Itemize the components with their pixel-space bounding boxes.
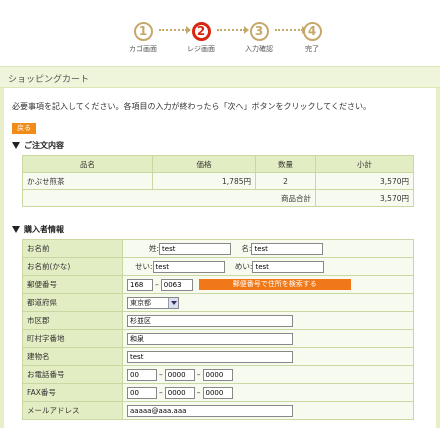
zip2-input[interactable]: 0063: [160, 278, 193, 291]
building-input[interactable]: test: [127, 350, 293, 363]
tel3-input[interactable]: 0000: [202, 368, 233, 381]
kana-sei-label: せい:: [135, 262, 153, 271]
triangle-down-icon: [12, 226, 20, 233]
form-row: お電話番号 00–0000–0000: [22, 365, 414, 384]
step-number: 4: [302, 22, 322, 41]
checkout-steps: 1 カゴ画面 2 レジ画面 3 入力確認 4 完了: [0, 0, 440, 64]
name-label: お名前: [22, 239, 123, 258]
zip-search-button[interactable]: 郵便番号で住所を検索する: [198, 279, 351, 290]
fax-fields: 00–0000–0000: [122, 383, 414, 402]
sei-input[interactable]: test: [159, 242, 232, 255]
step-cart: 1 カゴ画面: [113, 22, 173, 54]
city-input[interactable]: 杉並区: [127, 314, 293, 327]
email-label: メールアドレス: [22, 401, 123, 420]
kana-fields: せい: test めい: test: [122, 257, 414, 276]
order-heading: ご注文内容: [12, 140, 64, 151]
form-row: メールアドレス aaaaa@aaa.aaa: [22, 401, 414, 420]
pref-value: 東京都: [130, 298, 151, 307]
tel-fields: 00–0000–0000: [122, 365, 414, 384]
form-row: 都道府県 東京都: [22, 293, 414, 312]
intro-text: 必要事項を記入してください。各項目の入力が終わったら「次へ」ボタンをクリックして…: [12, 102, 372, 111]
form-row: 郵便番号 168–0063 郵便番号で住所を検索する: [22, 275, 414, 294]
back-button[interactable]: 戻る: [12, 123, 36, 134]
dash: –: [159, 388, 163, 397]
step-number: 2: [191, 22, 211, 41]
table-row: かぶせ煎茶 1,785円 2 3,570円: [22, 172, 414, 190]
total-value: 3,570円: [315, 189, 414, 207]
total-label: 商品合計: [22, 189, 316, 207]
fax2-input[interactable]: 0000: [164, 386, 195, 399]
item-subtotal: 3,570円: [315, 172, 414, 190]
form-row: 市区郡 杉並区: [22, 311, 414, 330]
town-input[interactable]: 和泉: [127, 332, 293, 345]
chevron-down-icon: [168, 297, 178, 308]
step-label: 完了: [305, 45, 319, 53]
dash: –: [196, 370, 201, 379]
fax-label: FAX番号: [22, 383, 123, 402]
form-row: 建物名 test: [22, 347, 414, 366]
col-header: 数量: [255, 155, 316, 173]
zip-fields: 168–0063 郵便番号で住所を検索する: [122, 275, 414, 294]
step-number: 1: [133, 22, 153, 41]
form-row: 町村字番地 和泉: [22, 329, 414, 348]
name-fields: 姓: test 名: test: [122, 239, 414, 258]
step-number: 3: [249, 22, 269, 41]
town-fields: 和泉: [122, 329, 414, 348]
triangle-down-icon: [12, 142, 20, 149]
fax1-input[interactable]: 00: [127, 386, 157, 399]
col-header: 小計: [315, 155, 414, 173]
email-input[interactable]: aaaaa@aaa.aaa: [127, 404, 293, 417]
mei-label: 名:: [241, 244, 252, 253]
kana-mei-label: めい:: [234, 262, 253, 271]
pref-select[interactable]: 東京都: [127, 296, 179, 309]
step-label: 入力確認: [245, 45, 273, 53]
email-fields: aaaaa@aaa.aaa: [122, 401, 414, 420]
tel1-input[interactable]: 00: [127, 368, 157, 381]
dash: –: [159, 370, 163, 379]
buyer-heading-text: 購入者情報: [24, 225, 64, 234]
buyer-form: お名前 姓: test 名: test お名前(かな) せい: test めい: tes…: [22, 239, 414, 420]
step-complete: 4 完了: [282, 22, 342, 54]
zip-label: 郵便番号: [22, 275, 123, 294]
form-row: FAX番号 00–0000–0000: [22, 383, 414, 402]
table-header-row: 品名 価格 数量 小計: [22, 155, 414, 173]
col-header: 価格: [152, 155, 256, 173]
city-fields: 杉並区: [122, 311, 414, 330]
fax3-input[interactable]: 0000: [202, 386, 233, 399]
step-label: カゴ画面: [129, 45, 157, 53]
buyer-heading: 購入者情報: [12, 224, 64, 235]
form-row: お名前(かな) せい: test めい: test: [22, 257, 414, 276]
kana-label: お名前(かな): [22, 257, 123, 276]
dash: –: [155, 280, 159, 289]
col-header: 品名: [22, 155, 153, 173]
kana-mei-input[interactable]: test: [252, 260, 325, 273]
item-name: かぶせ煎茶: [22, 172, 153, 190]
form-row: お名前 姓: test 名: test: [22, 239, 414, 258]
order-table: 品名 価格 数量 小計 かぶせ煎茶 1,785円 2 3,570円 商品合計 3…: [22, 155, 414, 207]
mei-input[interactable]: test: [251, 242, 324, 255]
building-label: 建物名: [22, 347, 123, 366]
item-qty: 2: [255, 172, 316, 190]
building-fields: test: [122, 347, 414, 366]
step-confirm: 3 入力確認: [229, 22, 289, 54]
page-title-bar: ショッピングカート: [0, 66, 440, 88]
page-title: ショッピングカート: [8, 75, 90, 85]
tel-label: お電話番号: [22, 365, 123, 384]
pref-label: 都道府県: [22, 293, 123, 312]
step-register: 2 レジ画面: [171, 22, 231, 54]
city-label: 市区郡: [22, 311, 123, 330]
town-label: 町村字番地: [22, 329, 123, 348]
dash: –: [196, 388, 201, 397]
item-price: 1,785円: [152, 172, 256, 190]
total-row: 商品合計 3,570円: [22, 189, 414, 207]
order-heading-text: ご注文内容: [24, 141, 64, 150]
kana-sei-input[interactable]: test: [152, 260, 225, 273]
tel2-input[interactable]: 0000: [164, 368, 195, 381]
sei-label: 姓:: [149, 244, 160, 253]
pref-fields: 東京都: [122, 293, 414, 312]
step-label: レジ画面: [187, 45, 215, 53]
zip1-input[interactable]: 168: [127, 278, 153, 291]
